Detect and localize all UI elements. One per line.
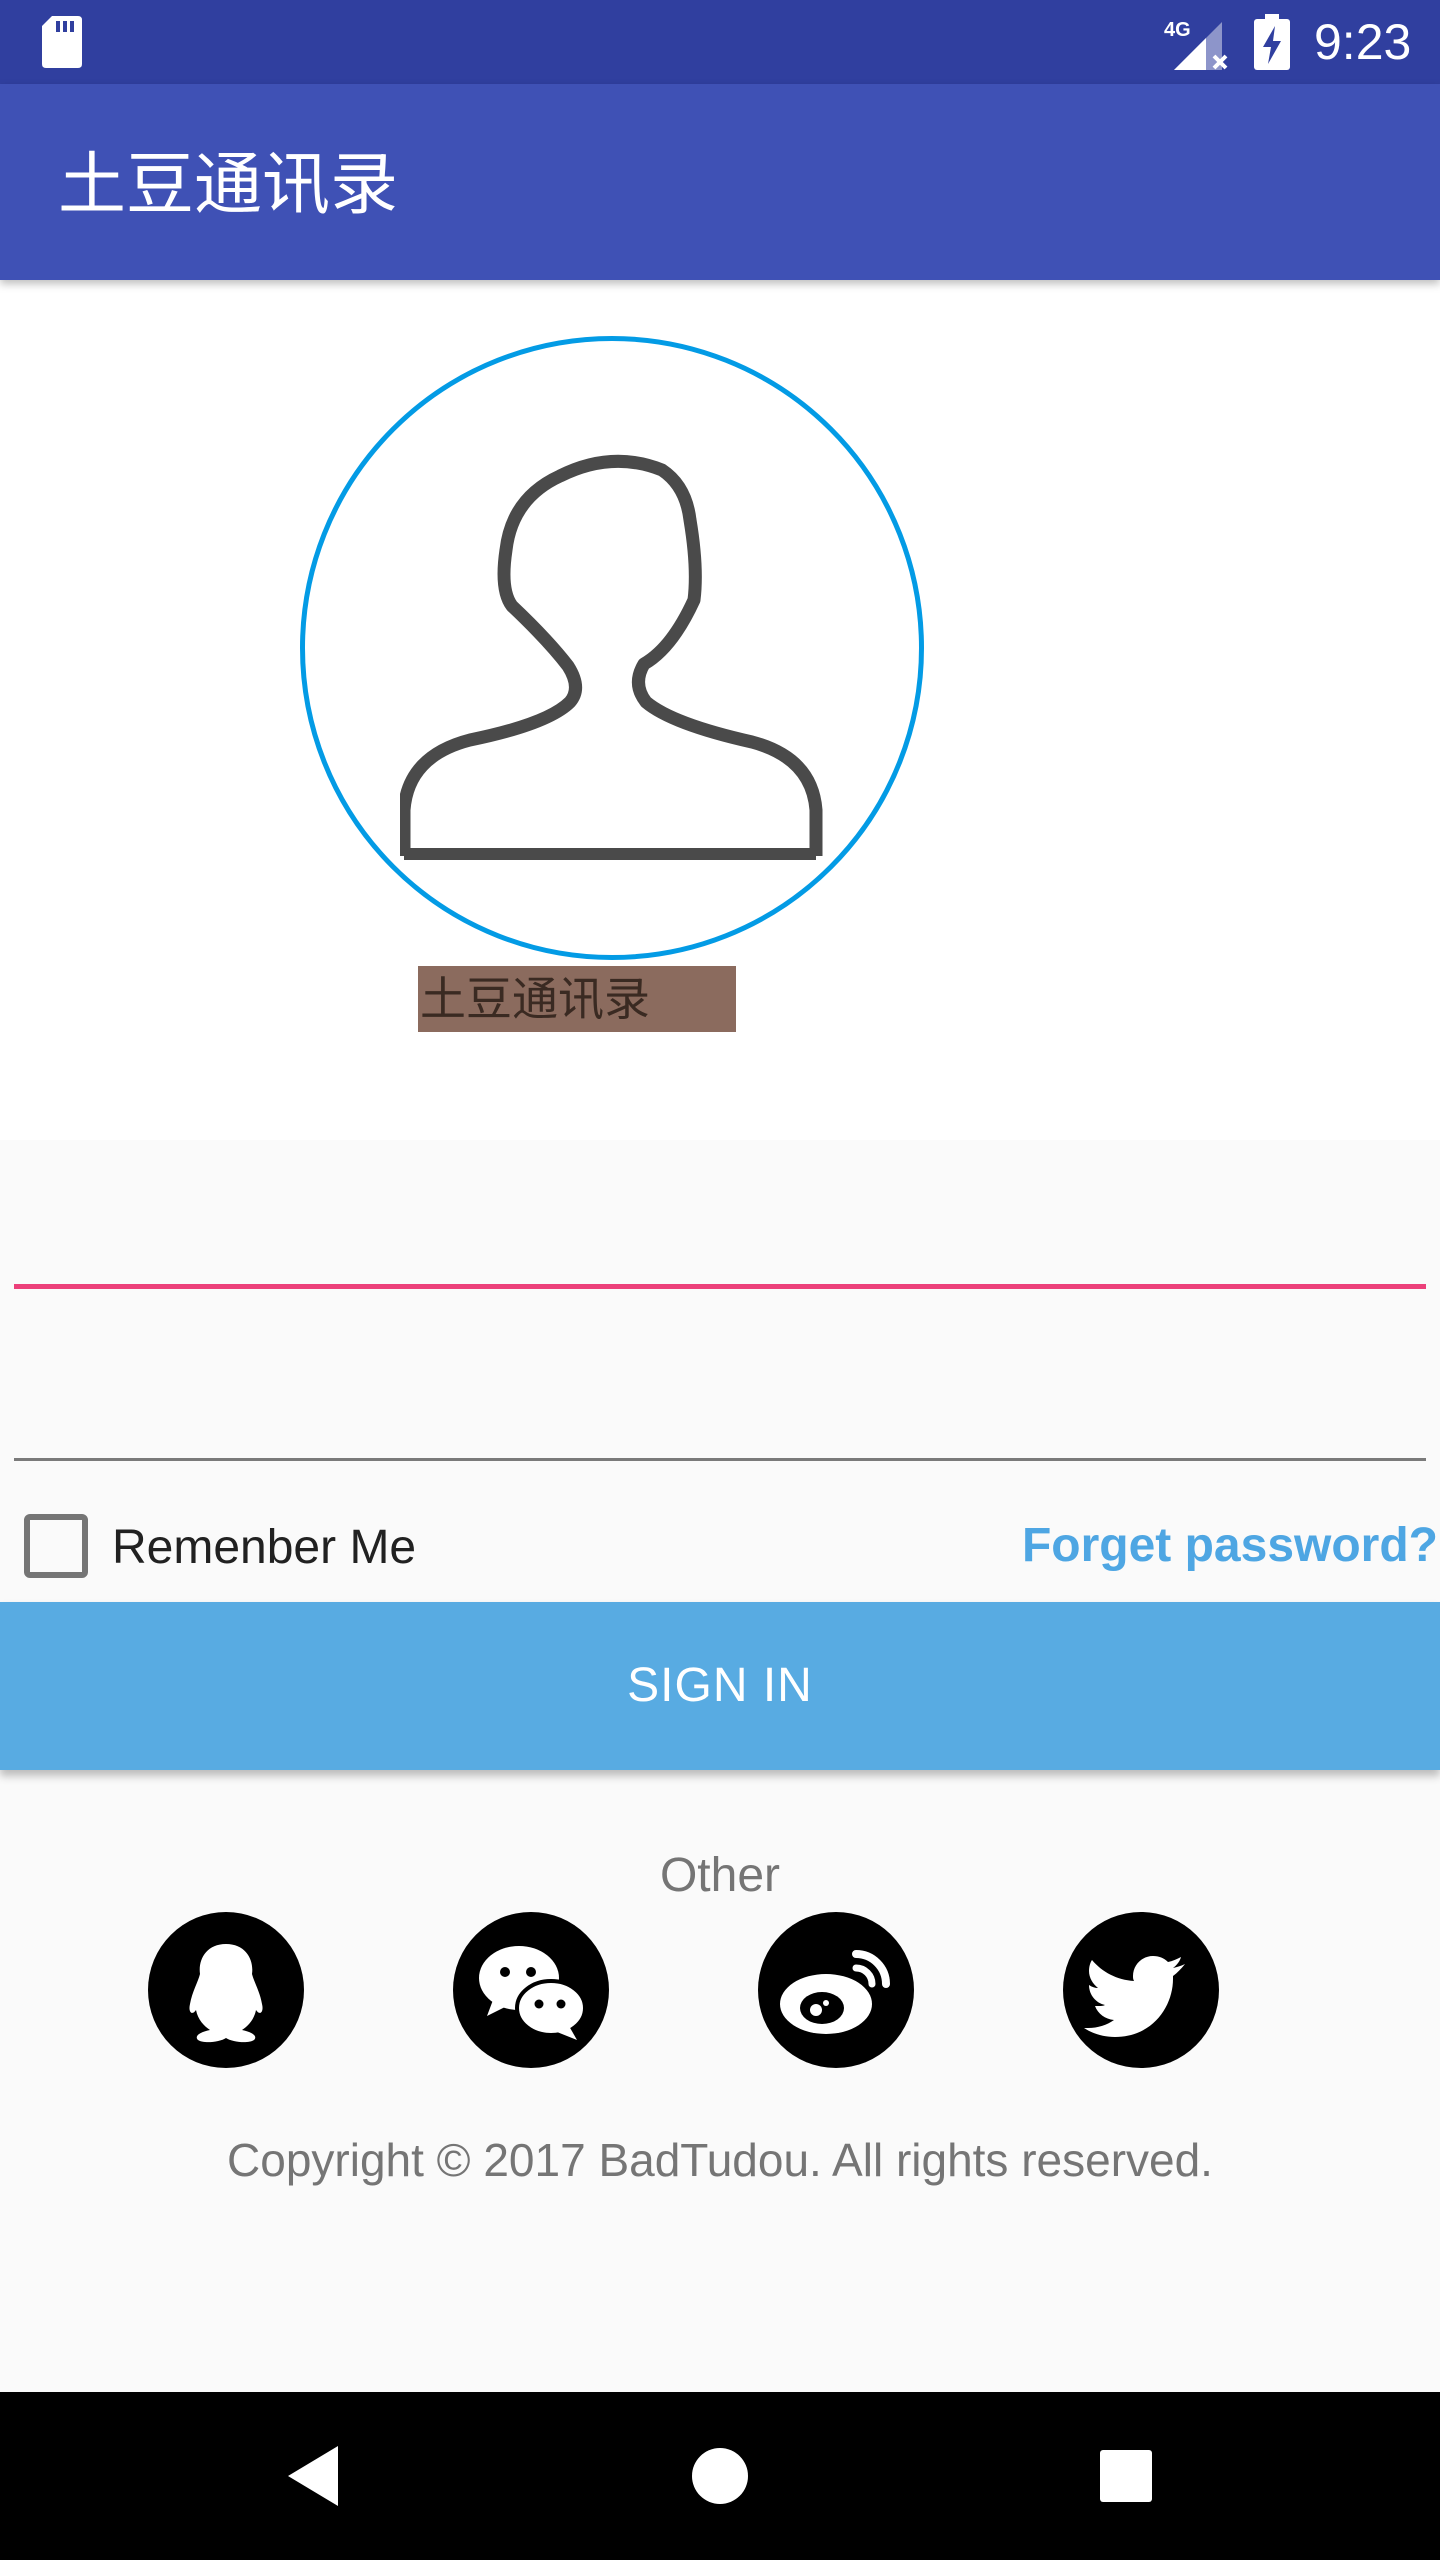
password-underline	[14, 1458, 1426, 1461]
signal-4g-icon: 4G	[1164, 19, 1228, 70]
other-heading: Other	[659, 1849, 781, 1902]
back-icon[interactable]	[272, 2432, 360, 2520]
app-bar: 土豆通讯录	[0, 84, 1440, 280]
clock: 9:23	[1314, 14, 1412, 70]
password-field[interactable]	[14, 1360, 1426, 1450]
twitter-login-button[interactable]	[1063, 1912, 1219, 2068]
remember-me-checkbox[interactable]	[24, 1514, 88, 1578]
avatar-label: 土豆通讯录	[418, 966, 736, 1032]
wechat-icon	[479, 1946, 587, 2040]
forget-password-link[interactable]: Forget password?	[1022, 1516, 1438, 1576]
qq-login-button[interactable]	[148, 1912, 304, 2068]
person-outline-icon	[400, 454, 823, 860]
qq-icon	[189, 1944, 263, 2043]
page-title: 土豆通讯录	[58, 146, 399, 225]
username-underline	[14, 1284, 1426, 1289]
status-bar: 4G 9:23	[0, 0, 1440, 84]
system-nav-bar	[0, 2392, 1440, 2560]
recent-apps-icon[interactable]	[1082, 2432, 1170, 2520]
wechat-login-button[interactable]	[453, 1912, 609, 2068]
sign-in-button[interactable]: SIGN IN	[0, 1602, 1440, 1770]
weibo-login-button[interactable]	[758, 1912, 914, 2068]
remember-me-label[interactable]: Remenber Me	[112, 1518, 416, 1578]
battery-charging-icon	[1254, 14, 1290, 70]
svg-text:4G: 4G	[1164, 19, 1191, 41]
twitter-icon	[1084, 1956, 1185, 2037]
copyright-text: Copyright © 2017 BadTudou. All rights re…	[227, 2134, 1213, 2186]
home-icon[interactable]	[676, 2432, 764, 2520]
username-field[interactable]	[14, 1190, 1426, 1280]
sd-card-icon	[42, 16, 82, 68]
weibo-icon	[780, 1950, 890, 2034]
